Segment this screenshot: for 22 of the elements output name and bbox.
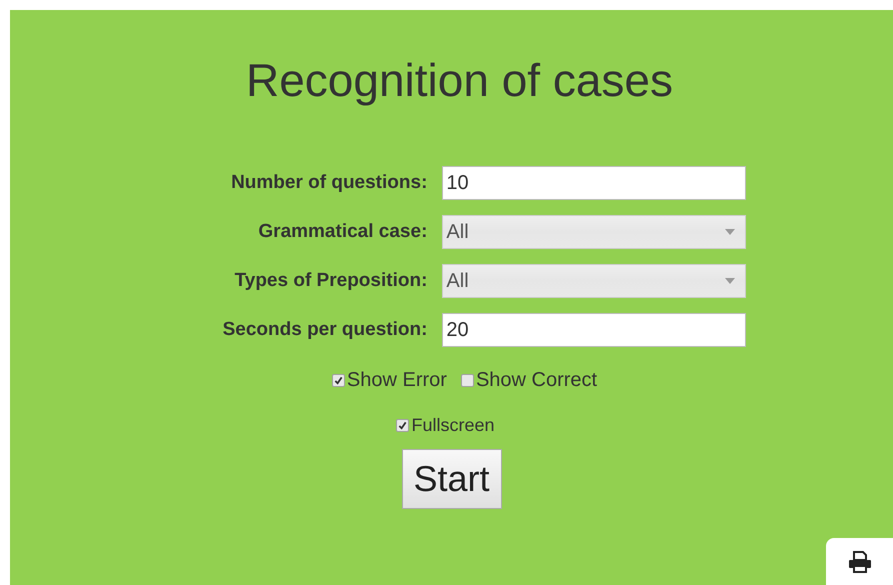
dropdown[interactable]: All — [442, 264, 746, 298]
field-label: Types of Preposition: — [234, 268, 428, 293]
checkbox-label: Show Error — [346, 368, 447, 393]
caret-icon — [725, 278, 736, 284]
field-label: Grammatical case: — [257, 220, 428, 244]
start-button[interactable]: Start — [402, 449, 502, 509]
check-icon — [334, 376, 343, 384]
field-label: Number of questions: — [230, 170, 428, 195]
checkbox[interactable] — [460, 374, 474, 386]
checkbox-label: Show Correct — [476, 368, 598, 393]
checkbox[interactable] — [332, 374, 345, 386]
checkbox-label: Fullscreen — [411, 414, 495, 437]
field-label: Seconds per question: — [222, 318, 428, 342]
check-icon — [398, 421, 408, 430]
dropdown[interactable]: All — [442, 215, 746, 249]
print-button[interactable] — [826, 538, 893, 585]
caret-icon — [725, 229, 736, 235]
printer-icon — [848, 550, 872, 572]
checkbox[interactable] — [396, 419, 410, 432]
input-field[interactable]: 20 — [442, 313, 746, 347]
input-field[interactable]: 10 — [442, 166, 746, 200]
page-title: Recognition of cases — [246, 53, 674, 108]
